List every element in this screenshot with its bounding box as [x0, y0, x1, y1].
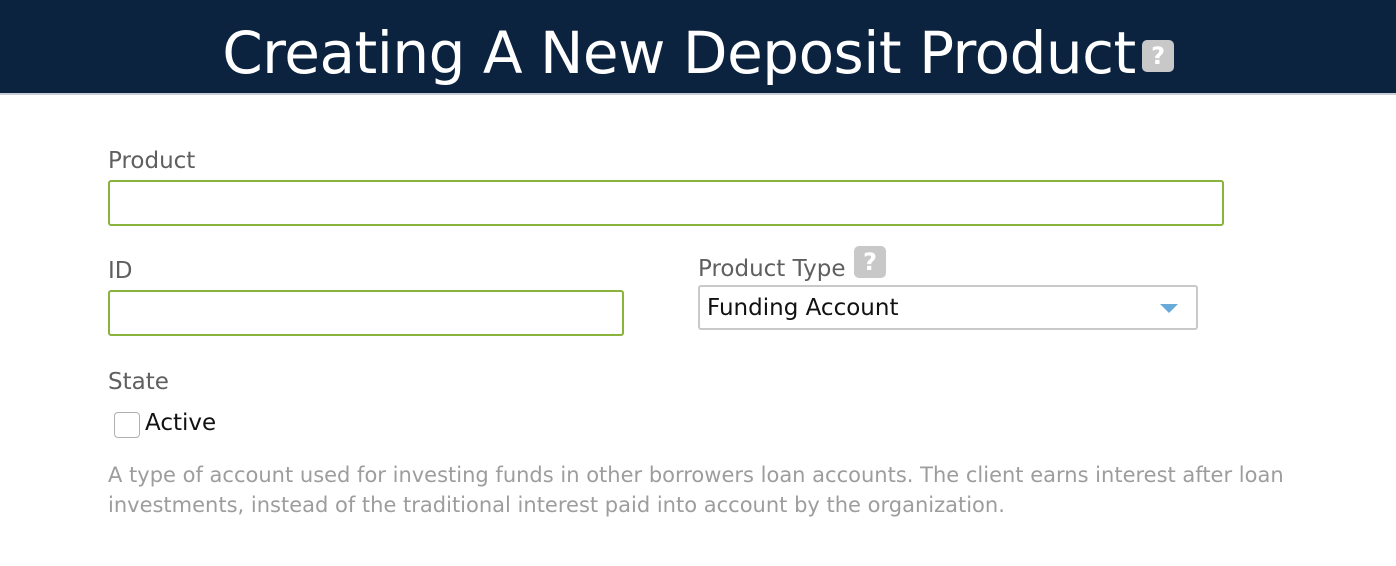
active-checkbox[interactable]: [114, 412, 140, 438]
product-label: Product: [108, 148, 196, 174]
id-label: ID: [108, 258, 133, 284]
product-type-select[interactable]: Funding Account: [698, 285, 1198, 330]
page-header: Creating A New Deposit Product?: [0, 0, 1396, 95]
page-title: Creating A New Deposit Product: [222, 19, 1136, 87]
active-checkbox-label[interactable]: Active: [145, 410, 216, 436]
product-type-selected-value: Funding Account: [707, 295, 899, 321]
id-input[interactable]: [108, 290, 624, 336]
chevron-down-icon: [1160, 304, 1178, 313]
product-type-description: A type of account used for investing fun…: [108, 463, 1284, 517]
state-label: State: [108, 369, 169, 395]
product-type-help-icon[interactable]: ?: [854, 246, 886, 278]
title-help-icon[interactable]: ?: [1141, 40, 1174, 72]
page-title-container: Creating A New Deposit Product?: [0, 0, 1396, 93]
product-type-label: Product Type: [698, 256, 846, 282]
product-input[interactable]: [108, 180, 1224, 226]
